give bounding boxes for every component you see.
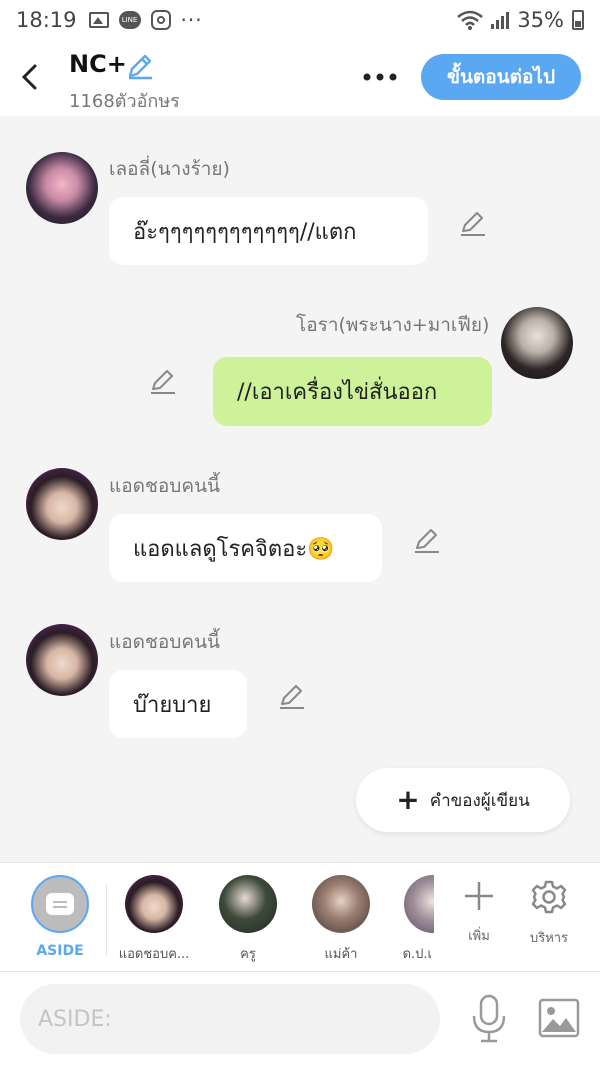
avatar[interactable] bbox=[26, 468, 98, 540]
character-name: ด.ป.เ bbox=[402, 947, 432, 962]
character-name: ครู bbox=[240, 947, 256, 962]
add-label: เพิ่ม bbox=[468, 929, 490, 944]
gear-icon bbox=[531, 880, 567, 914]
app-header: NC+ 1168ตัวอักษร ขั้นตอนต่อไป bbox=[0, 40, 600, 116]
back-button[interactable] bbox=[14, 58, 46, 94]
plus-icon bbox=[465, 882, 493, 910]
avatar bbox=[404, 875, 434, 933]
chevron-left-icon bbox=[21, 64, 37, 90]
avatar[interactable] bbox=[26, 624, 98, 696]
character-name: แอดชอบค... bbox=[118, 947, 190, 962]
plus-icon: + bbox=[396, 783, 420, 816]
edit-message-icon[interactable] bbox=[278, 683, 306, 711]
image-icon[interactable] bbox=[538, 998, 580, 1038]
gallery-notification-icon bbox=[88, 12, 109, 28]
character-item[interactable]: แอดชอบค... bbox=[109, 875, 199, 964]
writer-note-label: คำของผู้เขียน bbox=[429, 790, 530, 811]
avatar[interactable] bbox=[501, 307, 573, 379]
more-notifications-icon: ··· bbox=[180, 8, 203, 32]
character-item[interactable]: ด.ป.เ bbox=[374, 875, 434, 964]
status-bar: 18:19 LINE ··· 35% bbox=[0, 0, 600, 40]
battery-percent: 35% bbox=[517, 8, 564, 32]
message-bubble[interactable]: //เอาเครื่องไข่สั่นออก bbox=[213, 357, 492, 426]
message-sender: โอรา(พระนาง+มาเฟีย) bbox=[296, 314, 490, 336]
instagram-notification-icon bbox=[150, 10, 171, 30]
edit-title-icon[interactable] bbox=[126, 52, 154, 80]
message-sender: แอดชอบคนนี้ bbox=[109, 631, 221, 653]
character-name: ASIDE bbox=[36, 943, 84, 959]
message-bubble[interactable]: บ๊ายบาย bbox=[109, 670, 247, 738]
character-bar: ASIDE แอดชอบค... ครู แม่ค้า ด.ป.เ เพิ่ม … bbox=[0, 862, 600, 972]
status-time: 18:19 bbox=[16, 8, 77, 32]
message-sender: แอดชอบคนนี้ bbox=[109, 475, 221, 497]
add-character-button[interactable]: เพิ่ม bbox=[444, 879, 514, 946]
aside-icon bbox=[31, 875, 89, 933]
writer-note-button[interactable]: + คำของผู้เขียน bbox=[356, 768, 570, 832]
battery-icon bbox=[572, 10, 584, 30]
character-aside[interactable]: ASIDE bbox=[15, 875, 105, 959]
message-sender: เลอลี่(นางร้าย) bbox=[109, 158, 230, 180]
line-notification-icon: LINE bbox=[118, 11, 141, 29]
manage-label: บริหาร bbox=[529, 931, 569, 946]
avatar[interactable] bbox=[26, 152, 98, 224]
avatar bbox=[125, 875, 183, 933]
avatar bbox=[219, 875, 277, 933]
input-bar bbox=[0, 972, 600, 1067]
more-icon bbox=[363, 73, 397, 81]
microphone-icon[interactable] bbox=[468, 994, 510, 1044]
character-item[interactable]: แม่ค้า bbox=[296, 875, 386, 964]
character-count: 1168ตัวอักษร bbox=[69, 91, 180, 112]
wifi-icon bbox=[457, 10, 484, 30]
more-options-button[interactable] bbox=[360, 58, 400, 94]
manage-button[interactable]: บริหาร bbox=[514, 879, 584, 948]
avatar bbox=[312, 875, 370, 933]
page-title: NC+ bbox=[69, 50, 127, 78]
edit-message-icon[interactable] bbox=[459, 210, 487, 238]
edit-message-icon[interactable] bbox=[149, 368, 177, 396]
message-bubble[interactable]: อ๊ะๆๆๆๆๆๆๆๆๆๆๆๆ//แตก bbox=[109, 197, 428, 265]
character-item[interactable]: ครู bbox=[203, 875, 293, 964]
edit-message-icon[interactable] bbox=[413, 527, 441, 555]
signal-icon bbox=[491, 11, 510, 29]
divider bbox=[106, 885, 107, 955]
message-bubble[interactable]: แอดแลดูโรคจิตอะ🥺 bbox=[109, 514, 382, 582]
character-name: แม่ค้า bbox=[324, 947, 358, 962]
next-step-button[interactable]: ขั้นตอนต่อไป bbox=[421, 54, 581, 100]
message-input[interactable] bbox=[20, 984, 440, 1054]
